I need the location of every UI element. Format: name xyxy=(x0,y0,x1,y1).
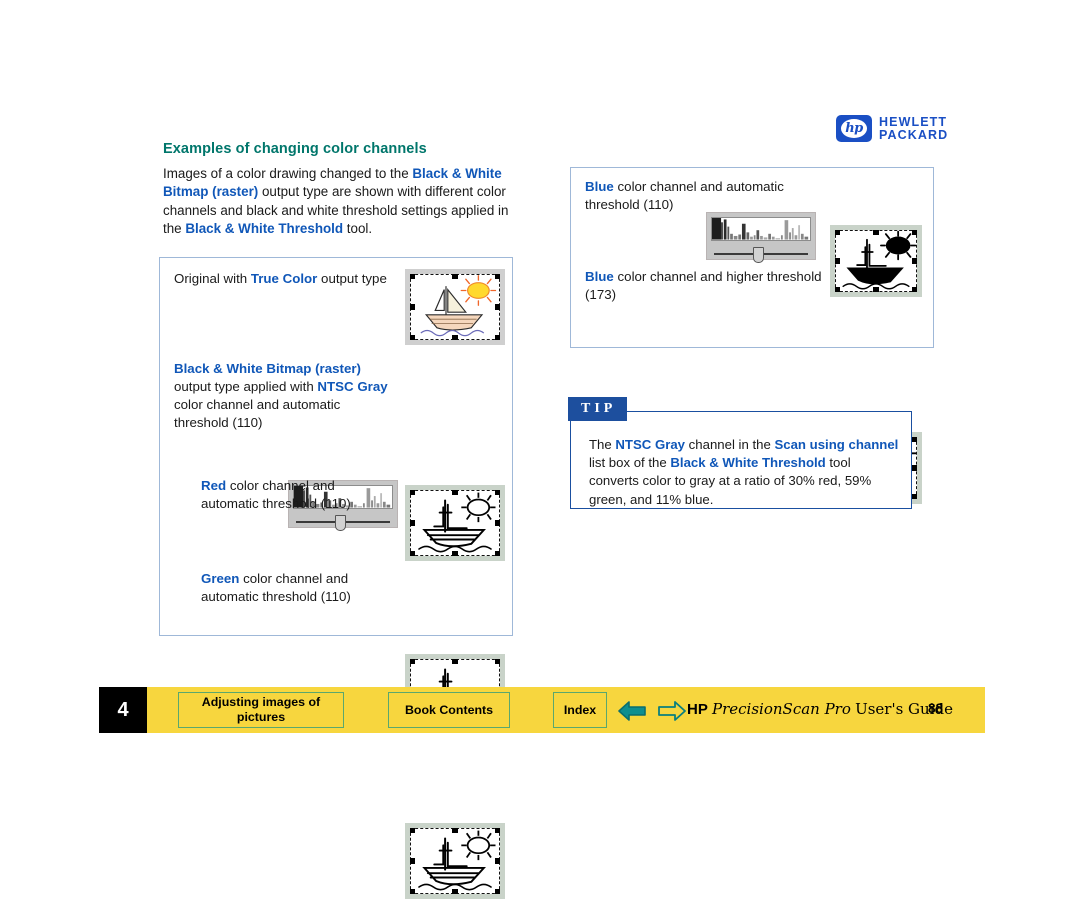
intro-text-3: tool. xyxy=(343,221,373,237)
thumbnail-green-channel xyxy=(405,823,505,899)
example-row-true-color-caption: Original with True Color output type xyxy=(174,270,394,288)
caption-post-blue-auto: color channel and automatic threshold (1… xyxy=(585,179,784,212)
tip-text-2: channel in the xyxy=(685,437,775,452)
thumbnail-ntsc-gray-canvas xyxy=(410,490,500,556)
bw-sailboat-drawing xyxy=(418,830,496,891)
footer-button-adjusting-images[interactable]: Adjusting images of pictures xyxy=(178,692,344,728)
example-row-blue-auto-caption: Blue color channel and automatic thresho… xyxy=(585,178,835,214)
intro-emphasis-2: Black & White Threshold xyxy=(185,221,344,237)
hp-logo-mark-icon: hp xyxy=(836,115,872,142)
footer-guide-title: HP PrecisionScan Pro User's Guide xyxy=(687,700,953,718)
caption-emphasis-ntsc-gray: NTSC Gray xyxy=(317,378,388,394)
sun-icon xyxy=(880,230,917,261)
tip-text-1: The xyxy=(589,437,616,452)
left-examples-panel: Original with True Color output type Bla… xyxy=(159,257,513,899)
footer-button-index[interactable]: Index xyxy=(553,692,607,728)
thumbnail-green-channel-canvas xyxy=(410,828,500,894)
tip-emphasis-scan-using-channel: Scan using channel xyxy=(774,437,899,452)
threshold-slider-ntsc-gray[interactable] xyxy=(293,514,393,531)
thumbnail-true-color xyxy=(405,269,505,345)
slider-knob[interactable] xyxy=(335,514,346,531)
footer-brand: HP xyxy=(687,701,708,718)
bw-sailboat-drawing xyxy=(418,492,496,553)
hp-wordmark-line2: PACKARD xyxy=(879,127,949,142)
footer-page-number: 88 xyxy=(928,701,944,716)
bw-solid-sailboat-drawing xyxy=(842,230,917,290)
slider-knob[interactable] xyxy=(753,246,764,263)
tip-emphasis-bw-threshold: Black & White Threshold xyxy=(670,455,826,471)
caption-emphasis-blue-auto: Blue xyxy=(585,179,614,194)
caption-emphasis-green: Green xyxy=(201,571,240,586)
thumbnail-blue-auto-canvas xyxy=(835,230,917,292)
hp-logo-oval: hp xyxy=(841,119,867,138)
example-row-blue-high-caption: Blue color channel and higher threshold … xyxy=(585,268,825,304)
histogram-widget-blue-auto[interactable] xyxy=(706,212,816,263)
hp-wordmark-line1: HEWLETT xyxy=(879,114,948,129)
caption-post-true-color: output type xyxy=(317,271,387,286)
caption-mid-ntsc: output type applied with xyxy=(174,378,318,394)
right-examples-panel: Blue color channel and automatic thresho… xyxy=(570,167,934,504)
hp-logo: hp HEWLETT PACKARD xyxy=(836,115,948,142)
left-arrow-icon[interactable] xyxy=(616,699,648,723)
thumbnail-blue-auto xyxy=(830,225,922,297)
thumbnail-true-color-canvas xyxy=(410,274,500,340)
footer-nav-arrows xyxy=(616,699,688,723)
hp-logo-hp-text: hp xyxy=(845,121,863,136)
footer-button-book-contents[interactable]: Book Contents xyxy=(388,692,510,728)
footer-product-name: PrecisionScan Pro xyxy=(712,700,851,718)
intro-text-1: Images of a color drawing changed to the xyxy=(163,166,413,181)
tip-badge: TIP xyxy=(568,397,628,421)
color-sailboat-drawing xyxy=(420,275,497,337)
chapter-number-badge: 4 xyxy=(99,687,147,733)
hp-wordmark: HEWLETT PACKARD xyxy=(879,114,949,142)
histogram-plot-blue-auto xyxy=(711,217,811,241)
sun-icon xyxy=(461,492,496,523)
example-row-green-caption: Green color channel and automatic thresh… xyxy=(201,570,401,606)
tip-text-3: list box of the xyxy=(589,455,671,471)
caption-emphasis-bw-bitmap: Black & White Bitmap (raster) xyxy=(174,361,361,376)
sun-icon xyxy=(460,275,497,306)
caption-emphasis-blue-high: Blue xyxy=(585,269,614,284)
document-page: hp HEWLETT PACKARD Examples of changing … xyxy=(0,0,1080,899)
right-arrow-icon[interactable] xyxy=(656,699,688,723)
tip-text: The NTSC Gray channel in the Scan using … xyxy=(589,436,899,509)
tip-emphasis-ntsc-gray: NTSC Gray xyxy=(615,437,686,452)
page-title: Examples of changing color channels xyxy=(163,141,427,157)
example-row-ntsc-gray-caption: Black & White Bitmap (raster) output typ… xyxy=(174,360,392,432)
caption-emphasis-red: Red xyxy=(201,478,227,493)
caption-pre-true-color: Original with xyxy=(174,271,251,286)
caption-post-blue-high: color channel and higher threshold (173) xyxy=(585,269,822,302)
example-row-red-caption: Red color channel and automatic threshol… xyxy=(201,477,396,513)
intro-paragraph: Images of a color drawing changed to the… xyxy=(163,165,513,238)
thumbnail-ntsc-gray xyxy=(405,485,505,561)
caption-post-ntsc: color channel and automatic threshold (1… xyxy=(174,396,341,430)
sun-icon xyxy=(461,830,496,861)
caption-emphasis-true-color: True Color xyxy=(250,271,318,286)
tip-box: The NTSC Gray channel in the Scan using … xyxy=(570,411,912,509)
histogram-bars xyxy=(712,218,809,240)
threshold-slider-blue-auto[interactable] xyxy=(711,246,811,263)
